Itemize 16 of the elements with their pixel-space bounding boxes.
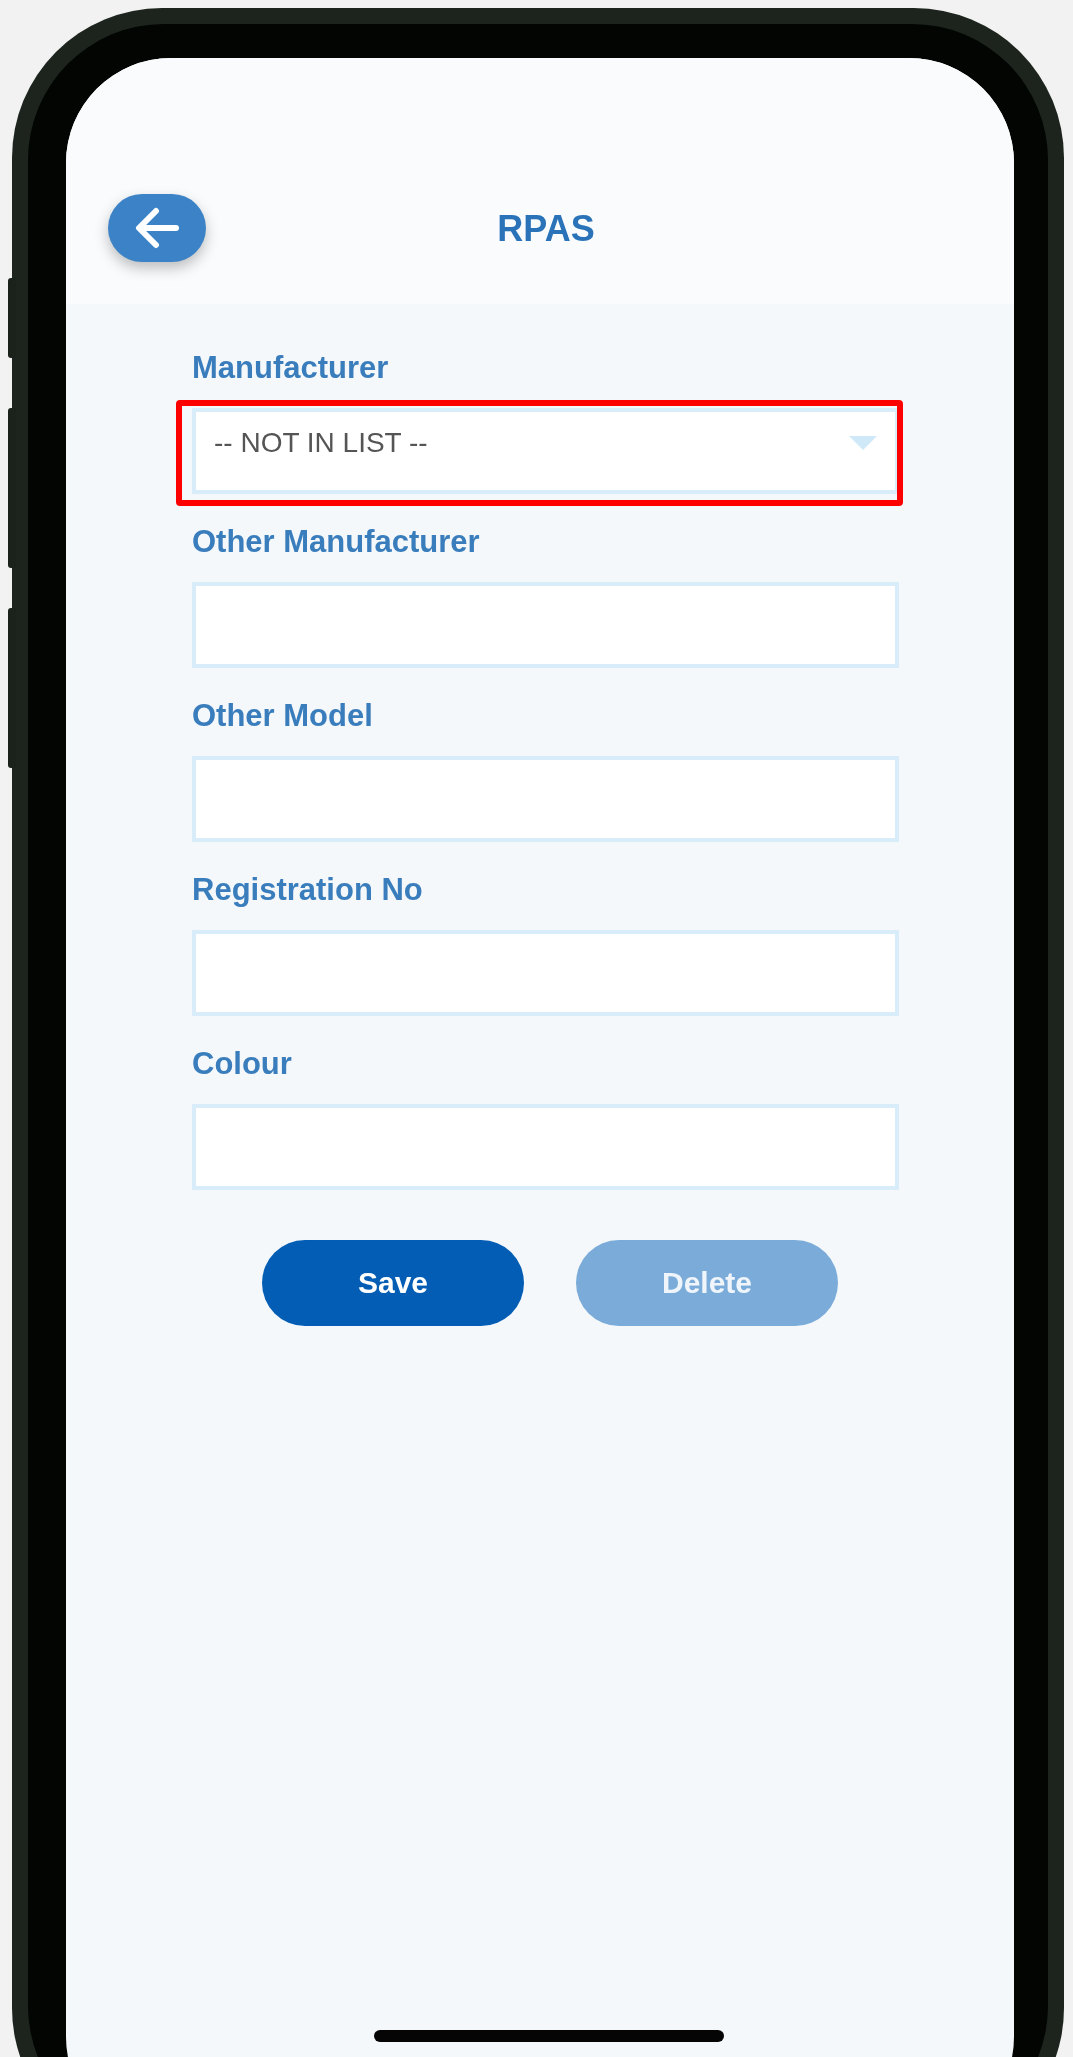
field-label: Colour (192, 1046, 293, 1082)
back-button[interactable] (108, 194, 206, 262)
input-field[interactable] (192, 756, 899, 842)
page-title: RPAS (496, 208, 596, 250)
dropdown-caret-icon (849, 436, 877, 450)
field-label: Manufacturer (192, 350, 390, 386)
field-label: Registration No (192, 872, 424, 908)
field-label: Other Manufacturer (192, 524, 481, 560)
left-arrow-icon (134, 207, 180, 249)
input-field[interactable] (192, 1104, 899, 1190)
field-label: Other Model (192, 698, 374, 734)
save-button[interactable]: Save (262, 1240, 524, 1326)
input-field[interactable] (192, 930, 899, 1016)
dropdown-value: -- NOT IN LIST -- (214, 427, 428, 459)
dropdown-field[interactable]: -- NOT IN LIST -- (192, 408, 899, 494)
input-field[interactable] (192, 582, 899, 668)
